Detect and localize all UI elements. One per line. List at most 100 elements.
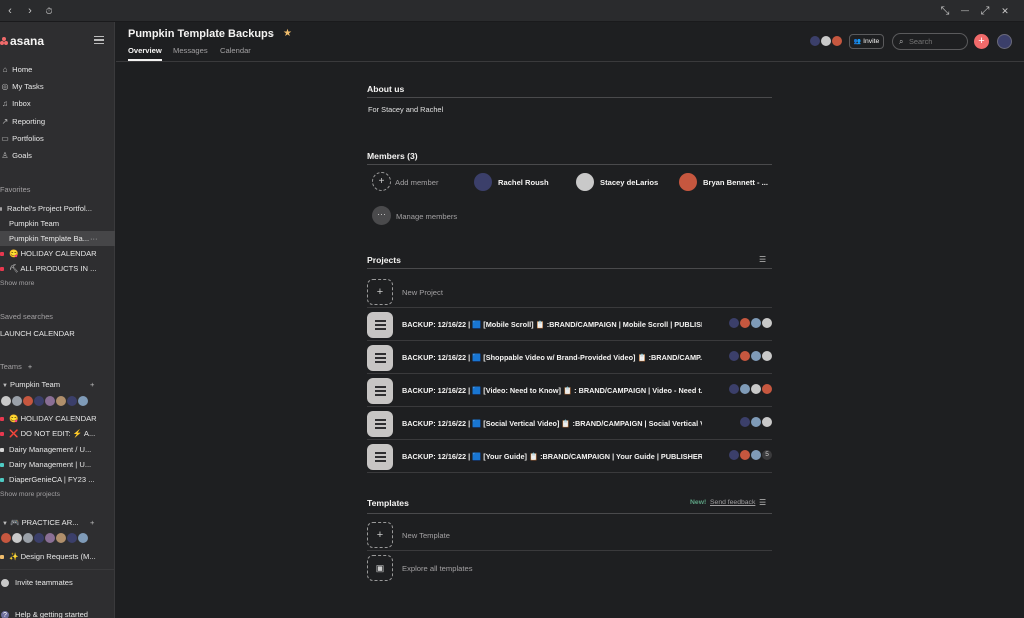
team-project-item[interactable]: Dairy Management / U... — [0, 442, 115, 457]
list-icon — [367, 444, 393, 470]
nav-portfolios[interactable]: ▭ Portfolios — [0, 131, 115, 146]
favorites-show-more[interactable]: Show more — [0, 280, 34, 287]
team-pumpkin[interactable]: ▼ Pumpkin Team + — [0, 377, 115, 392]
project-members-avatars — [739, 416, 773, 430]
history-icon[interactable]: ⏱ — [41, 3, 57, 19]
about-text[interactable]: For Stacey and Rachel — [368, 105, 443, 114]
project-row[interactable]: BACKUP: 12/16/22 | 🟦 [Shoppable Video w/… — [367, 341, 773, 374]
search-box[interactable]: ⌕ — [892, 33, 968, 50]
home-icon: ⌂ — [2, 65, 8, 74]
more-icon[interactable]: ··· — [90, 231, 98, 246]
team-project-item[interactable]: 😋 HOLIDAY CALENDAR — [0, 411, 115, 426]
minimize-icon[interactable]: — — [957, 3, 973, 19]
add-project-icon[interactable]: + — [90, 377, 94, 392]
avatar — [761, 317, 773, 329]
person-icon: ♙ — [1, 151, 9, 160]
nav-reporting[interactable]: ↗ Reporting — [0, 114, 115, 129]
templates-heading: Templates — [367, 498, 409, 508]
search-icon: ⌕ — [899, 37, 904, 46]
avatar — [679, 173, 697, 191]
saved-search-item[interactable]: LAUNCH CALENDAR — [0, 326, 115, 341]
nav-my-tasks[interactable]: ◎ My Tasks — [0, 79, 115, 94]
team-practice[interactable]: ▼ 🎮 PRACTICE AR... + — [0, 515, 115, 530]
star-icon[interactable]: ★ — [283, 28, 292, 39]
invite-button[interactable]: 👥 Invite — [849, 34, 884, 49]
avatar — [831, 35, 843, 47]
nav-home[interactable]: ⌂ Home — [0, 62, 115, 77]
project-label: ✨ Design Requests (M... — [9, 552, 96, 561]
sidebar-toggle-icon[interactable] — [94, 36, 104, 44]
explore-templates-row[interactable]: ▣ Explore all templates — [367, 551, 772, 584]
close-icon[interactable]: ✕ — [997, 3, 1013, 19]
tab-overview[interactable]: Overview — [128, 46, 162, 61]
project-row[interactable]: BACKUP: 12/16/22 | 🟦 [Mobile Scroll] 📋 :… — [367, 308, 773, 341]
back-icon[interactable]: ‹ — [2, 3, 18, 19]
asana-logo[interactable]: asana — [0, 34, 60, 48]
team-project-item[interactable]: DiaperGenieCA | FY23 ... — [0, 472, 115, 487]
nav-inbox[interactable]: ♫ Inbox — [0, 96, 115, 111]
invite-teammates-button[interactable]: Invite teammates — [0, 575, 115, 590]
favorite-label: ⛏ ALL PRODUCTS IN ... — [9, 264, 97, 273]
nav-inbox-label: Inbox — [12, 99, 31, 108]
favorite-item[interactable]: 😋 HOLIDAY CALENDAR — [0, 246, 115, 261]
page-title: Pumpkin Template Backups — [128, 28, 274, 40]
list-view-icon[interactable]: ☰ — [759, 498, 766, 507]
project-name: BACKUP: 12/16/22 | 🟦 [Your Guide] 📋 :BRA… — [402, 452, 702, 461]
asana-logo-icon — [0, 37, 8, 45]
project-header: Pumpkin Template Backups ⌄ ★ Overview Me… — [116, 22, 1024, 62]
help-button[interactable]: ? Help & getting started — [0, 607, 115, 618]
favorite-item[interactable]: Pumpkin Team — [0, 216, 115, 231]
team-members-avatars[interactable] — [0, 532, 89, 545]
chevron-down-icon[interactable]: ⌄ — [268, 28, 276, 39]
project-name: BACKUP: 12/16/22 | 🟦 [Social Vertical Vi… — [402, 419, 702, 428]
team-project-item[interactable]: ✨ Design Requests (M... — [0, 549, 115, 564]
project-color-dot — [0, 266, 4, 271]
team-project-item[interactable]: ❌ DO NOT EDIT: ⚡ A... — [0, 426, 115, 441]
bell-icon: ♫ — [2, 99, 8, 108]
template-icon: ▣ — [367, 555, 393, 581]
teams-heading-label: Teams — [0, 362, 22, 371]
sidebar: asana ⌂ Home ◎ My Tasks ♫ Inbox ↗ Report… — [0, 22, 115, 618]
team-members-avatars[interactable] — [0, 395, 89, 408]
forward-icon[interactable]: › — [22, 3, 38, 19]
new-project-row[interactable]: + New Project — [367, 275, 772, 308]
send-feedback-link[interactable]: Send feedback — [710, 499, 755, 506]
tab-messages[interactable]: Messages — [173, 46, 208, 55]
project-row[interactable]: BACKUP: 12/16/22 | 🟦 [Video: Need to Kno… — [367, 374, 773, 407]
tab-calendar[interactable]: Calendar — [220, 46, 251, 55]
help-icon: ? — [0, 610, 10, 618]
project-name: BACKUP: 12/16/22 | 🟦 [Mobile Scroll] 📋 :… — [402, 320, 702, 329]
new-template-row[interactable]: + New Template — [367, 518, 772, 551]
avatar — [474, 173, 492, 191]
search-input[interactable] — [909, 36, 965, 47]
restore-icon[interactable]: ⤡ — [937, 3, 953, 19]
more-icon: ··· — [372, 206, 391, 225]
people-icon: 👥 — [853, 39, 862, 45]
member-item[interactable]: Stacey deLarios — [576, 172, 666, 192]
project-color-dot — [0, 462, 4, 467]
favorite-item-active[interactable]: Pumpkin Template Ba... ··· — [0, 231, 115, 246]
team-project-item[interactable]: Dairy Management | U... — [0, 457, 115, 472]
project-row[interactable]: BACKUP: 12/16/22 | 🟦 [Your Guide] 📋 :BRA… — [367, 440, 773, 473]
nav-goals[interactable]: ♙ Goals — [0, 148, 115, 163]
maximize-icon[interactable]: ⤢ — [977, 3, 993, 19]
member-item[interactable]: Bryan Bennett - ... — [678, 172, 773, 192]
quick-add-button[interactable]: + — [974, 34, 989, 49]
new-template-label: New Template — [402, 531, 450, 540]
team-show-more-projects[interactable]: Show more projects — [0, 491, 60, 498]
project-row[interactable]: BACKUP: 12/16/22 | 🟦 [Social Vertical Vi… — [367, 407, 773, 440]
avatar — [761, 416, 773, 428]
list-icon — [367, 411, 393, 437]
member-item[interactable]: Rachel Roush — [472, 172, 552, 192]
favorite-item[interactable]: Rachel's Project Portfol... — [0, 201, 115, 216]
header-members-avatars[interactable] — [809, 35, 843, 47]
add-project-icon[interactable]: + — [90, 515, 94, 530]
favorite-item[interactable]: ⛏ ALL PRODUCTS IN ... — [0, 261, 115, 276]
members-heading: Members (3) — [367, 151, 418, 161]
manage-members-button[interactable]: ··· Manage members — [372, 206, 492, 226]
list-view-icon[interactable]: ☰ — [759, 255, 766, 264]
favorite-label: Rachel's Project Portfol... — [7, 204, 93, 213]
user-avatar[interactable] — [997, 34, 1012, 49]
plus-icon: + — [367, 279, 393, 305]
add-team-icon[interactable]: + — [28, 362, 32, 371]
